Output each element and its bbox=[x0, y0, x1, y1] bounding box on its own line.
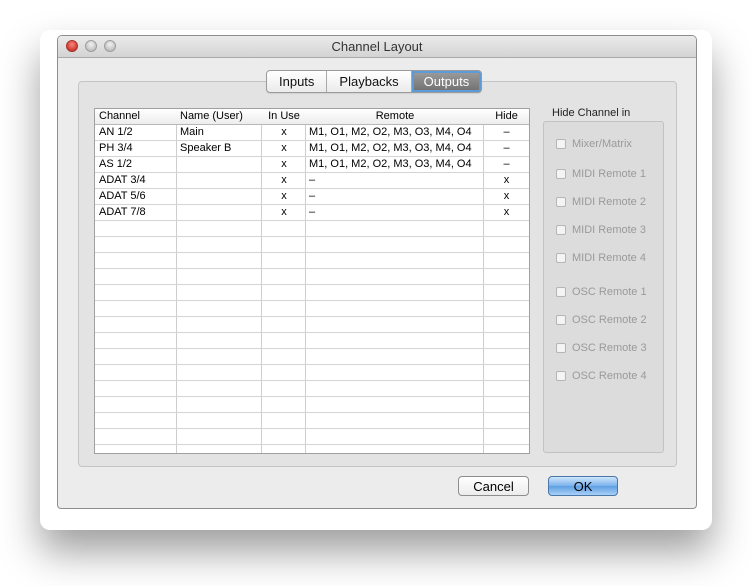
header-hide[interactable]: Hide bbox=[485, 109, 528, 125]
option-label: OSC Remote 4 bbox=[572, 370, 647, 382]
empty-row bbox=[95, 221, 529, 237]
ok-button[interactable]: OK bbox=[548, 476, 618, 496]
empty-row bbox=[95, 333, 529, 349]
cell-hide: x bbox=[503, 206, 510, 218]
cell-name[interactable] bbox=[180, 205, 262, 221]
cell-channel: ADAT 5/6 bbox=[99, 190, 146, 202]
hide-option-midi-remote-2[interactable]: MIDI Remote 2 bbox=[556, 195, 646, 209]
checkbox[interactable] bbox=[556, 139, 566, 149]
empty-row bbox=[95, 429, 529, 445]
cell-hide: – bbox=[503, 158, 510, 170]
option-label: MIDI Remote 4 bbox=[572, 252, 646, 264]
cell-name[interactable]: Speaker B bbox=[180, 141, 262, 157]
checkbox[interactable] bbox=[556, 343, 566, 353]
cell-hide: – bbox=[503, 142, 510, 154]
cell-channel: ADAT 7/8 bbox=[99, 206, 146, 218]
channel-type-tabs: Inputs Playbacks Outputs bbox=[266, 70, 483, 93]
hide-option-osc-remote-1[interactable]: OSC Remote 1 bbox=[556, 285, 647, 299]
cell-channel: AS 1/2 bbox=[99, 158, 133, 170]
empty-row bbox=[95, 269, 529, 285]
option-label: OSC Remote 2 bbox=[572, 314, 647, 326]
option-label: OSC Remote 1 bbox=[572, 286, 647, 298]
table-header: Channel Name (User) In Use Remote Hide bbox=[95, 109, 529, 125]
header-channel[interactable]: Channel bbox=[99, 109, 177, 125]
empty-row bbox=[95, 285, 529, 301]
cell-in-use: x bbox=[281, 206, 287, 218]
option-label: Mixer/Matrix bbox=[572, 138, 632, 150]
checkbox[interactable] bbox=[556, 253, 566, 263]
empty-row bbox=[95, 253, 529, 269]
table-row[interactable]: PH 3/4 Speaker B x M1, O1, M2, O2, M3, O… bbox=[95, 141, 529, 157]
empty-row bbox=[95, 365, 529, 381]
option-label: MIDI Remote 1 bbox=[572, 168, 646, 180]
tab-playbacks[interactable]: Playbacks bbox=[327, 71, 412, 92]
empty-row bbox=[95, 237, 529, 253]
hide-channel-panel: Mixer/Matrix MIDI Remote 1 MIDI Remote 2… bbox=[543, 121, 664, 453]
cell-name[interactable] bbox=[180, 189, 262, 205]
cell-remote: M1, O1, M2, O2, M3, O3, M4, O4 bbox=[309, 158, 472, 170]
channel-layout-dialog: Channel Layout Inputs Playbacks Outputs … bbox=[57, 35, 697, 509]
hide-option-mixer-matrix[interactable]: Mixer/Matrix bbox=[556, 137, 632, 151]
cell-remote: M1, O1, M2, O2, M3, O3, M4, O4 bbox=[309, 126, 472, 138]
title-bar[interactable]: Channel Layout bbox=[58, 36, 696, 58]
cell-in-use: x bbox=[281, 142, 287, 154]
cell-in-use: x bbox=[281, 174, 287, 186]
table-row[interactable]: ADAT 7/8 x – x bbox=[95, 205, 529, 221]
option-label: OSC Remote 3 bbox=[572, 342, 647, 354]
option-label: MIDI Remote 3 bbox=[572, 224, 646, 236]
checkbox[interactable] bbox=[556, 169, 566, 179]
checkbox[interactable] bbox=[556, 371, 566, 381]
cell-channel: ADAT 3/4 bbox=[99, 174, 146, 186]
channel-table[interactable]: Channel Name (User) In Use Remote Hide A… bbox=[94, 108, 530, 454]
hide-option-midi-remote-1[interactable]: MIDI Remote 1 bbox=[556, 167, 646, 181]
empty-row bbox=[95, 349, 529, 365]
empty-row bbox=[95, 397, 529, 413]
cell-hide: x bbox=[503, 190, 510, 202]
table-row[interactable]: ADAT 3/4 x – x bbox=[95, 173, 529, 189]
window-title: Channel Layout bbox=[331, 39, 423, 54]
cell-in-use: x bbox=[281, 190, 287, 202]
empty-row bbox=[95, 317, 529, 333]
cell-name[interactable] bbox=[180, 157, 262, 173]
table-row[interactable]: ADAT 5/6 x – x bbox=[95, 189, 529, 205]
table-row[interactable]: AS 1/2 x M1, O1, M2, O2, M3, O3, M4, O4 … bbox=[95, 157, 529, 173]
header-name[interactable]: Name (User) bbox=[180, 109, 262, 125]
hide-option-midi-remote-3[interactable]: MIDI Remote 3 bbox=[556, 223, 646, 237]
cell-name[interactable] bbox=[180, 173, 262, 189]
cell-name[interactable]: Main bbox=[180, 125, 262, 141]
checkbox[interactable] bbox=[556, 197, 566, 207]
hide-option-midi-remote-4[interactable]: MIDI Remote 4 bbox=[556, 251, 646, 265]
cell-in-use: x bbox=[281, 158, 287, 170]
hide-channel-in-label: Hide Channel in bbox=[552, 107, 631, 119]
cell-remote: – bbox=[309, 206, 316, 218]
empty-row bbox=[95, 381, 529, 397]
cell-hide: – bbox=[503, 126, 510, 138]
empty-row bbox=[95, 413, 529, 429]
tab-inputs[interactable]: Inputs bbox=[267, 71, 328, 92]
empty-row bbox=[95, 301, 529, 317]
cell-in-use: x bbox=[281, 126, 287, 138]
cell-channel: PH 3/4 bbox=[99, 142, 133, 154]
header-remote[interactable]: Remote bbox=[306, 109, 484, 125]
hide-option-osc-remote-4[interactable]: OSC Remote 4 bbox=[556, 369, 647, 383]
cell-remote: – bbox=[309, 190, 316, 202]
checkbox[interactable] bbox=[556, 315, 566, 325]
hide-option-osc-remote-2[interactable]: OSC Remote 2 bbox=[556, 313, 647, 327]
table-row[interactable]: AN 1/2 Main x M1, O1, M2, O2, M3, O3, M4… bbox=[95, 125, 529, 141]
cell-remote: M1, O1, M2, O2, M3, O3, M4, O4 bbox=[309, 142, 472, 154]
checkbox[interactable] bbox=[556, 287, 566, 297]
option-label: MIDI Remote 2 bbox=[572, 196, 646, 208]
cell-hide: x bbox=[503, 174, 510, 186]
cell-remote: – bbox=[309, 174, 316, 186]
hide-option-osc-remote-3[interactable]: OSC Remote 3 bbox=[556, 341, 647, 355]
cancel-button[interactable]: Cancel bbox=[458, 476, 529, 496]
checkbox[interactable] bbox=[556, 225, 566, 235]
cell-channel: AN 1/2 bbox=[99, 126, 133, 138]
header-in-use[interactable]: In Use bbox=[263, 109, 305, 125]
tab-outputs[interactable]: Outputs bbox=[411, 71, 482, 92]
